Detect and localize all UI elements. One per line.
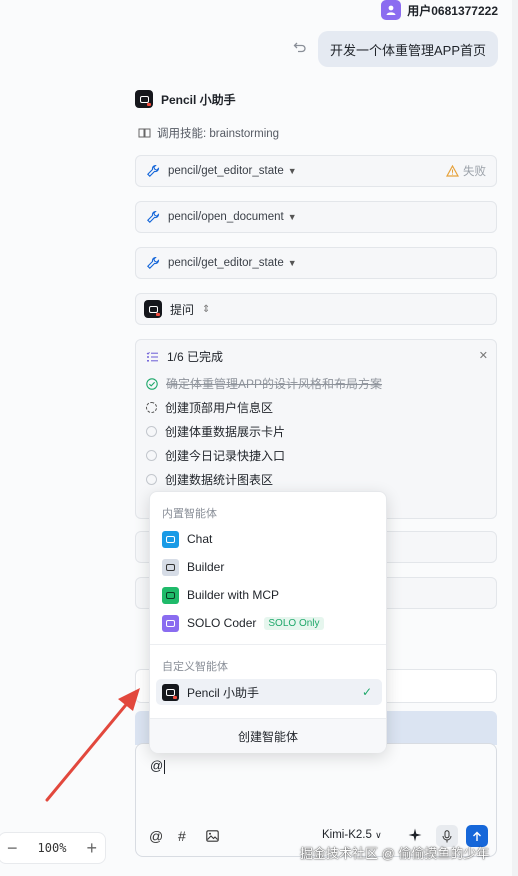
watermark: 掘金技术社区 @ 偷偷摸鱼的少年 [300,846,490,861]
annotation-arrow-icon [45,688,140,802]
